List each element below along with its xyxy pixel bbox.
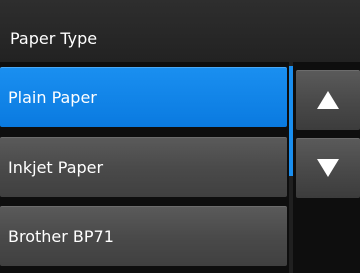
triangle-down-icon [317,159,339,177]
list-item-label: Brother BP71 [8,227,114,246]
scroll-down-button[interactable] [296,138,360,198]
list-item-inkjet-paper[interactable]: Inkjet Paper [0,137,287,197]
title-bar: Paper Type [0,0,360,62]
list-item-label: Plain Paper [8,88,97,107]
list-item-plain-paper[interactable]: Plain Paper [0,67,287,127]
triangle-up-icon [317,91,339,109]
list-item-brother-bp71[interactable]: Brother BP71 [0,206,287,266]
page-title: Paper Type [10,29,98,48]
list-item-label: Inkjet Paper [8,158,104,177]
scrollbar-thumb[interactable] [289,66,293,176]
scroll-up-button[interactable] [296,70,360,130]
